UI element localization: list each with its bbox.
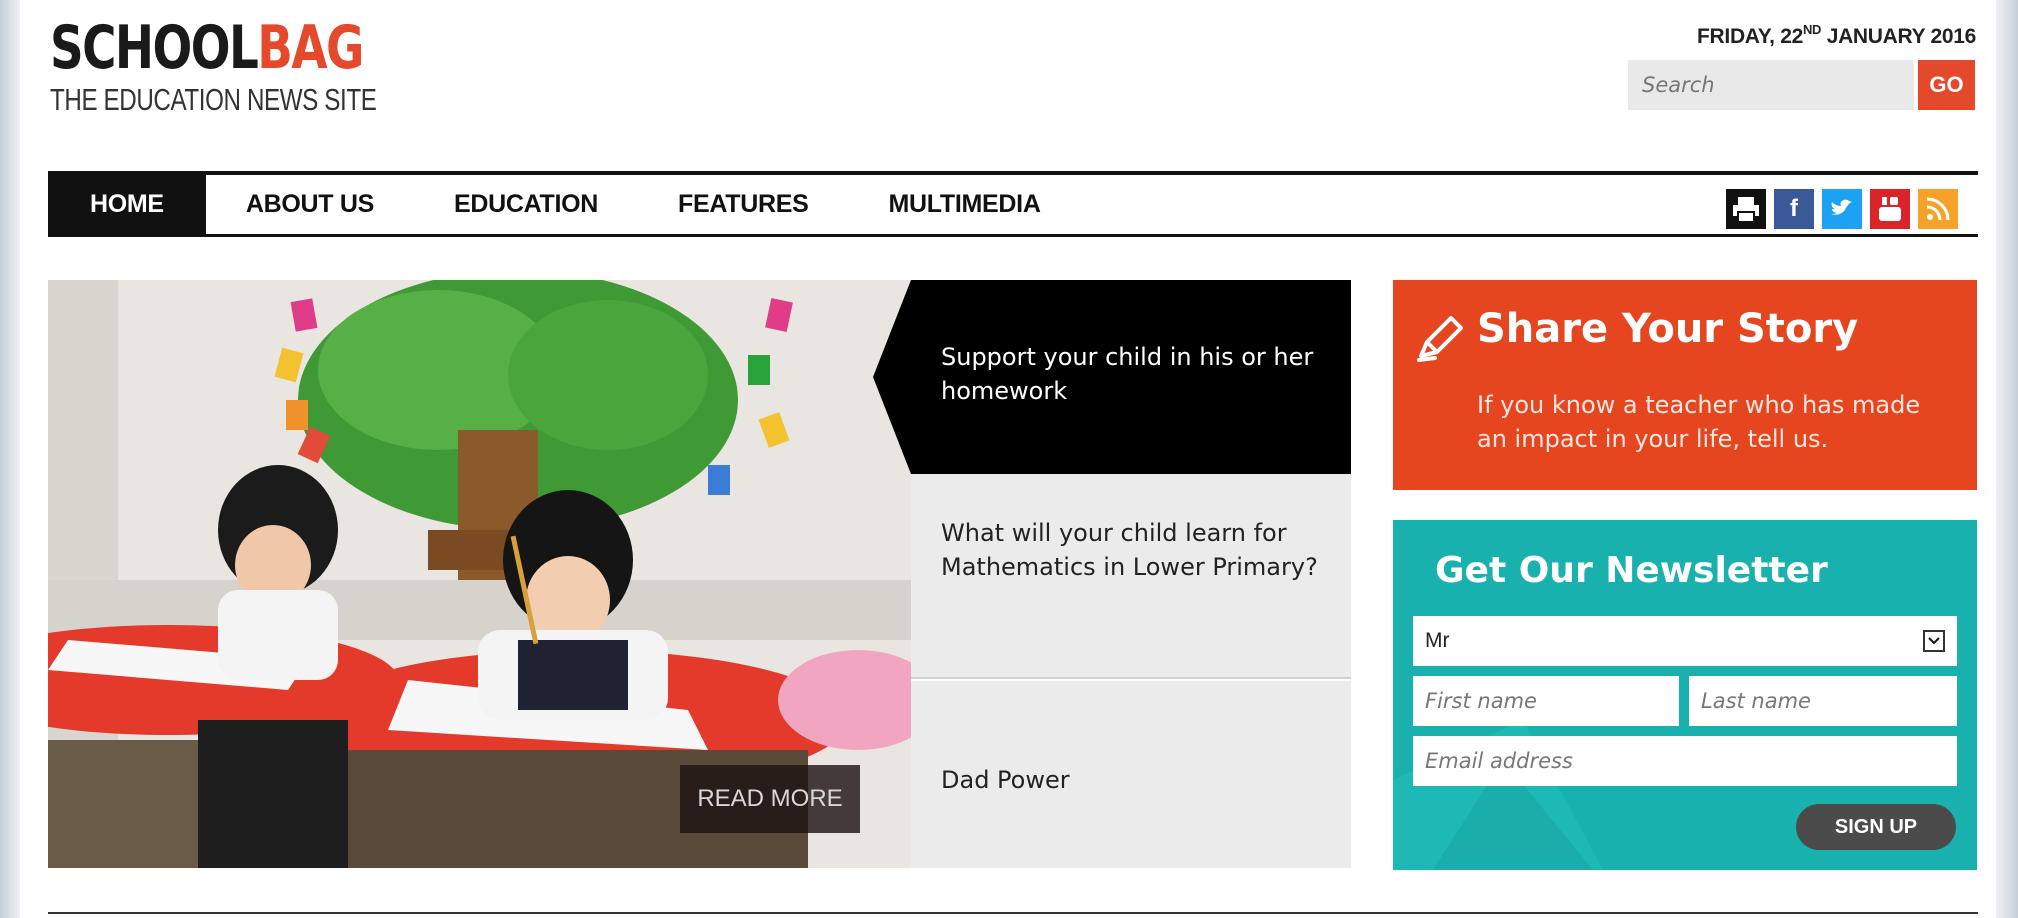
last-name-placeholder: Last name bbox=[1701, 689, 1811, 713]
current-date: FRIDAY, 22ND JANUARY 2016 bbox=[1697, 22, 1976, 49]
facebook-glyph: f bbox=[1790, 195, 1798, 222]
story-item-active[interactable]: Support your child in his or her homewor… bbox=[873, 280, 1351, 474]
pencil-icon bbox=[1417, 316, 1463, 362]
newsletter-panel: Get Our Newsletter Mr First name Last na… bbox=[1393, 520, 1977, 870]
story-title: What will your child learn for Mathemati… bbox=[941, 519, 1318, 581]
newsletter-title: Get Our Newsletter bbox=[1435, 550, 1828, 591]
background-right bbox=[1996, 0, 2018, 918]
date-ordinal: ND bbox=[1802, 22, 1822, 37]
logo-tagline: THE EDUCATION NEWS SITE bbox=[50, 82, 377, 117]
nav-item-features[interactable]: FEATURES bbox=[638, 175, 848, 234]
email-placeholder: Email address bbox=[1425, 749, 1573, 773]
nav-item-home[interactable]: HOME bbox=[48, 175, 206, 234]
first-name-placeholder: First name bbox=[1425, 689, 1537, 713]
story-item[interactable]: What will your child learn for Mathemati… bbox=[911, 474, 1351, 679]
story-title: Support your child in his or her homewor… bbox=[941, 343, 1314, 405]
nav-bottom-border bbox=[48, 234, 1978, 237]
chevron-down-icon bbox=[1923, 630, 1945, 652]
nav-item-about-us[interactable]: ABOUT US bbox=[206, 175, 414, 234]
salutation-value: Mr bbox=[1425, 629, 1450, 652]
story-item[interactable]: Dad Power bbox=[911, 681, 1351, 868]
date-month-year: JANUARY 2016 bbox=[1821, 25, 1977, 48]
first-name-field[interactable]: First name bbox=[1413, 676, 1679, 726]
search-placeholder: Search bbox=[1642, 73, 1715, 97]
logo-wordmark: SCHOOLBAG bbox=[50, 18, 376, 78]
last-name-field[interactable]: Last name bbox=[1689, 676, 1957, 726]
site-logo[interactable]: SCHOOLBAG THE EDUCATION NEWS SITE bbox=[50, 18, 469, 118]
youtube-icon[interactable] bbox=[1870, 189, 1910, 229]
search-go-button[interactable]: GO bbox=[1918, 60, 1975, 110]
twitter-icon[interactable] bbox=[1822, 189, 1862, 229]
social-icons: f bbox=[1726, 189, 1958, 229]
logo-part-bag: BAG bbox=[257, 13, 364, 83]
nav-item-education[interactable]: EDUCATION bbox=[414, 175, 638, 234]
background-left bbox=[0, 0, 20, 918]
read-more-button[interactable]: READ MORE bbox=[680, 765, 860, 833]
date-day: FRIDAY, 22 bbox=[1697, 25, 1803, 48]
share-your-story-banner[interactable]: Share Your Story If you know a teacher w… bbox=[1393, 280, 1977, 490]
salutation-select[interactable]: Mr bbox=[1413, 616, 1957, 666]
active-story-pointer bbox=[873, 280, 911, 474]
hero-image[interactable]: READ MORE bbox=[48, 280, 911, 868]
rss-icon[interactable] bbox=[1918, 189, 1958, 229]
logo-part-school: SCHOOL bbox=[50, 13, 259, 83]
print-icon[interactable] bbox=[1726, 189, 1766, 229]
story-list: Support your child in his or her homewor… bbox=[873, 280, 1351, 868]
email-field[interactable]: Email address bbox=[1413, 736, 1957, 786]
facebook-icon[interactable]: f bbox=[1774, 189, 1814, 229]
footer-divider bbox=[48, 912, 1978, 914]
share-title: Share Your Story bbox=[1477, 306, 1859, 352]
nav-item-multimedia[interactable]: MULTIMEDIA bbox=[849, 175, 1081, 234]
search-input[interactable]: Search bbox=[1628, 60, 1914, 110]
main-nav: HOME ABOUT US EDUCATION FEATURES MULTIME… bbox=[48, 175, 1081, 234]
story-title: Dad Power bbox=[941, 766, 1070, 794]
sign-up-button[interactable]: SIGN UP bbox=[1796, 804, 1956, 850]
page: SCHOOLBAG THE EDUCATION NEWS SITE FRIDAY… bbox=[0, 0, 2018, 918]
share-description: If you know a teacher who has made an im… bbox=[1477, 391, 1921, 453]
